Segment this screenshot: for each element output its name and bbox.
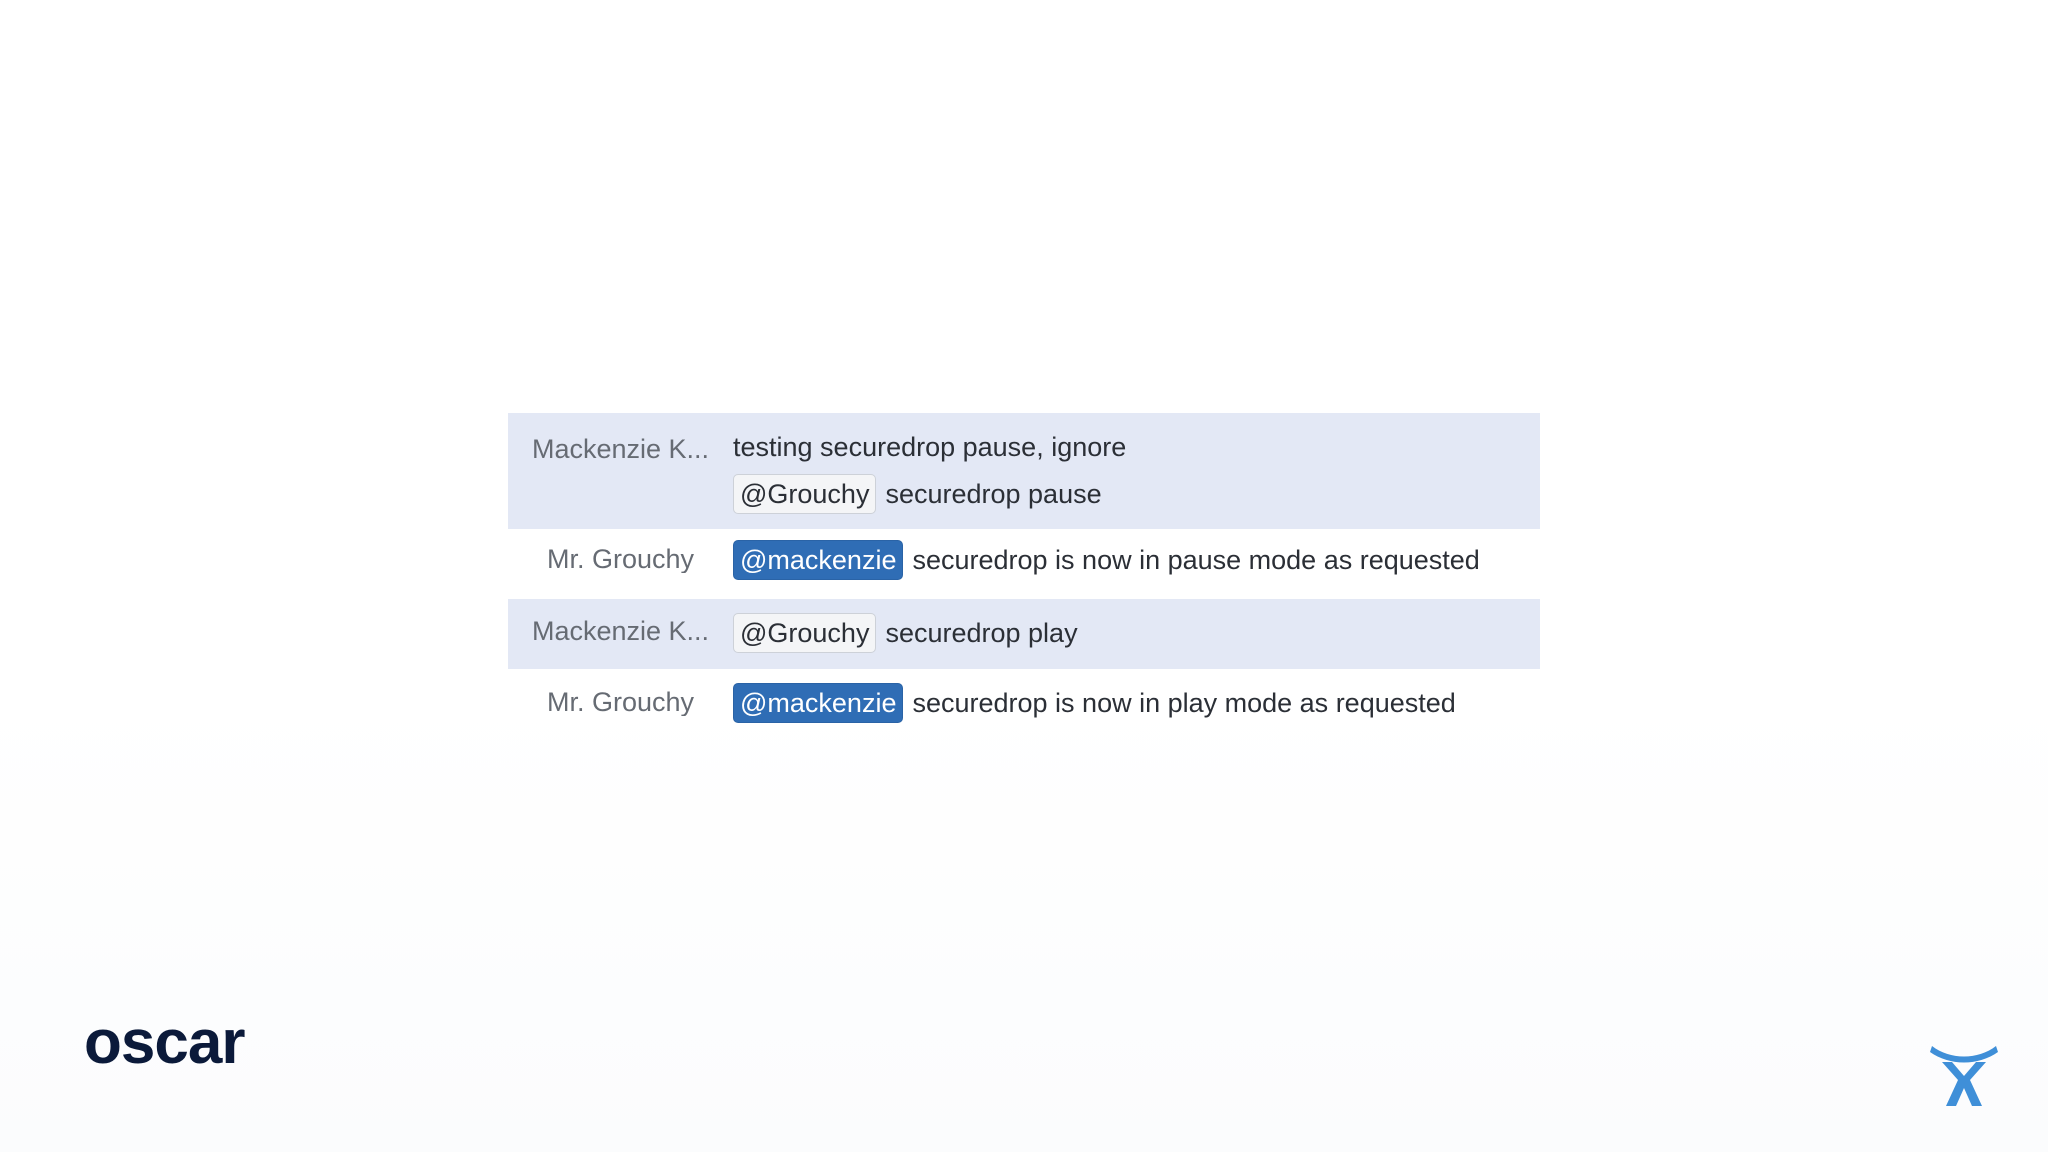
chat-transcript: Mackenzie K... testing securedrop pause,… <box>508 413 1540 739</box>
chat-message: Mr. Grouchy @mackenzie securedrop is now… <box>508 669 1540 739</box>
chat-message: Mr. Grouchy @mackenzie securedrop is now… <box>508 529 1540 599</box>
message-text: securedrop pause <box>885 478 1102 509</box>
chat-message: Mackenzie K... testing securedrop pause,… <box>508 413 1540 529</box>
mention-tag[interactable]: @Grouchy <box>733 474 877 514</box>
message-sender[interactable]: Mr. Grouchy <box>508 540 733 573</box>
atlassian-logo-icon <box>1930 1046 1998 1106</box>
mention-tag[interactable]: @mackenzie <box>733 540 904 580</box>
oscar-logo: oscar <box>84 1008 245 1077</box>
message-line: @Grouchy securedrop pause <box>733 474 1540 514</box>
message-text: testing securedrop pause, ignore <box>733 432 1127 462</box>
chat-message: Mackenzie K... @Grouchy securedrop play <box>508 599 1540 669</box>
message-text: securedrop play <box>885 617 1078 648</box>
message-body: testing securedrop pause, ignore @Grouch… <box>733 431 1540 514</box>
message-text: securedrop is now in play mode as reques… <box>912 687 1456 718</box>
message-body: @mackenzie securedrop is now in pause mo… <box>733 540 1540 580</box>
message-body: @Grouchy securedrop play <box>733 613 1540 653</box>
message-line: testing securedrop pause, ignore <box>733 431 1540 461</box>
message-line: @mackenzie securedrop is now in pause mo… <box>733 540 1540 580</box>
message-sender[interactable]: Mr. Grouchy <box>508 683 733 716</box>
message-line: @mackenzie securedrop is now in play mod… <box>733 683 1540 723</box>
message-sender[interactable]: Mackenzie K... <box>508 431 733 463</box>
message-text: securedrop is now in pause mode as reque… <box>912 544 1480 575</box>
mention-tag[interactable]: @Grouchy <box>733 613 877 653</box>
message-line: @Grouchy securedrop play <box>733 613 1540 653</box>
mention-tag[interactable]: @mackenzie <box>733 683 904 723</box>
message-body: @mackenzie securedrop is now in play mod… <box>733 683 1540 723</box>
message-sender[interactable]: Mackenzie K... <box>508 613 733 645</box>
